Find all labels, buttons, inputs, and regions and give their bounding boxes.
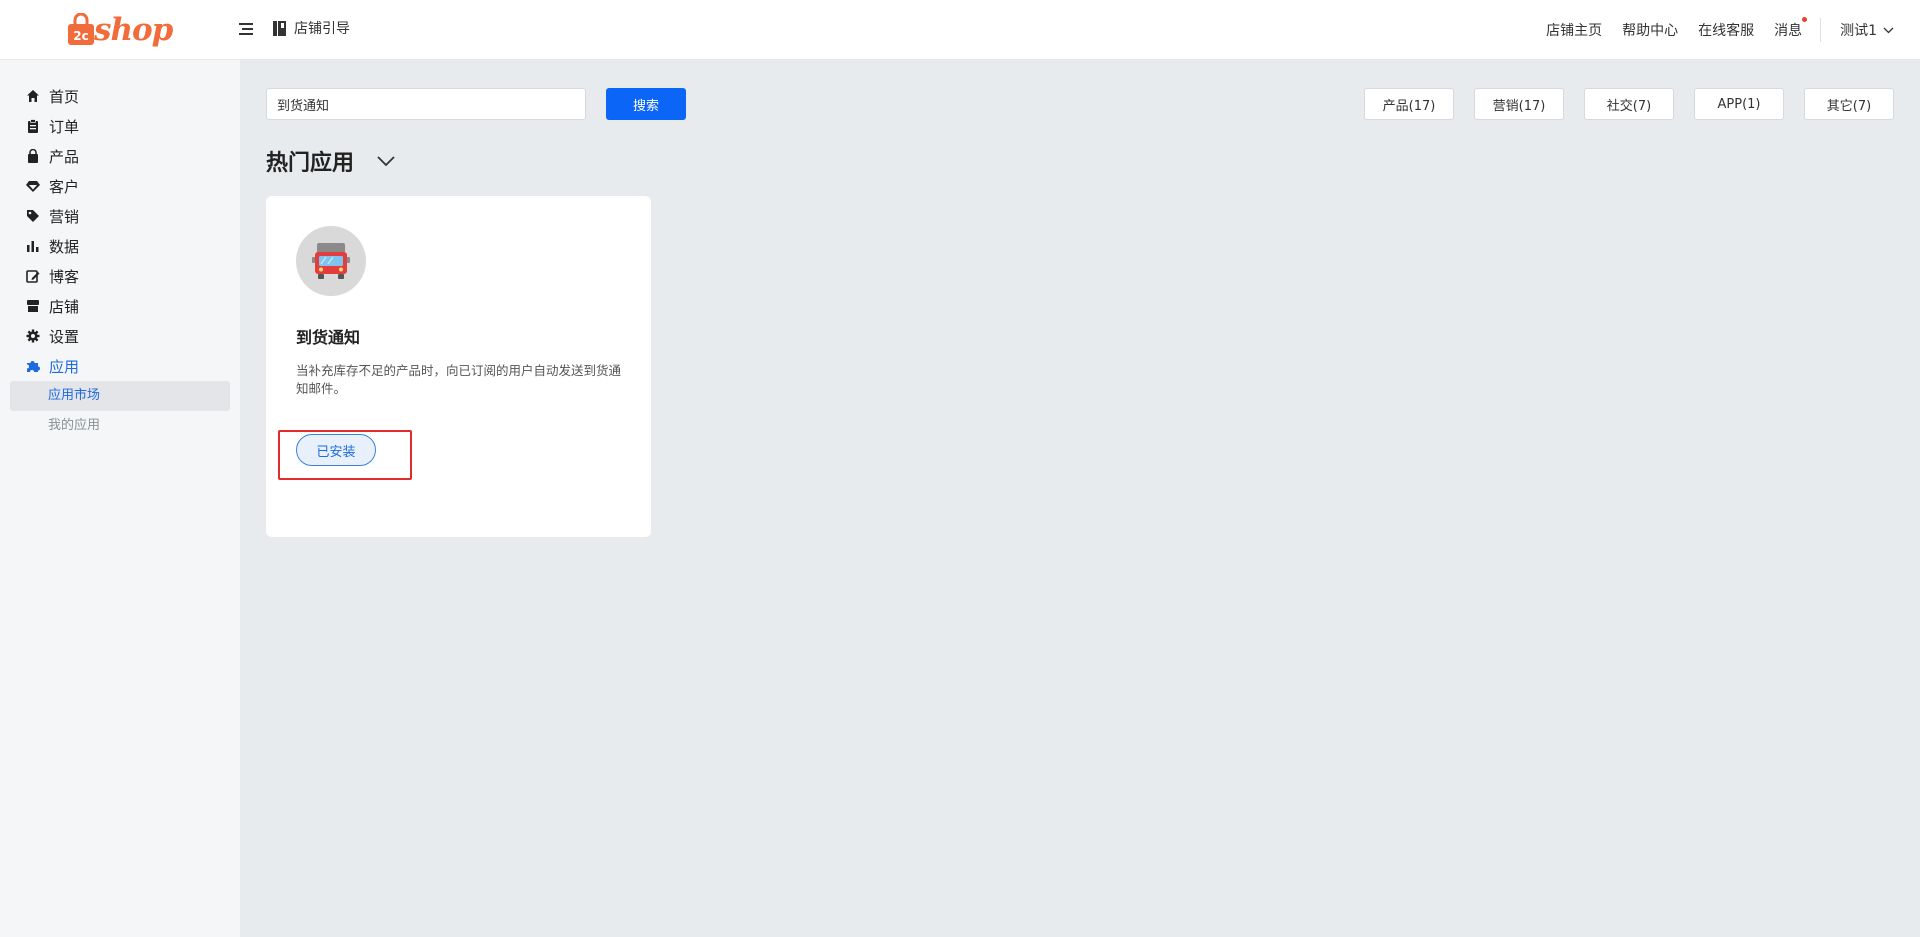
notification-dot (1802, 17, 1808, 22)
sidebar-item-data[interactable]: 数据 (26, 236, 79, 256)
svg-text:2c: 2c (73, 29, 88, 43)
app-name: 到货通知 (296, 328, 361, 347)
user-name: 测试1 (1840, 23, 1877, 39)
sidebar-item-label: 应用 (49, 357, 80, 376)
store-icon (27, 300, 39, 312)
sidebar-item-home[interactable]: 首页 (26, 86, 79, 106)
shopping-bag-icon (28, 149, 38, 163)
sidebar-item-label: 首页 (49, 87, 80, 106)
home-icon (27, 90, 39, 102)
online-support-link[interactable]: 在线客服 (1698, 20, 1754, 40)
sidebar-item-label: 营销 (49, 207, 80, 226)
sidebar-item-label: 店铺 (49, 297, 80, 316)
guide-label: 店铺引导 (294, 21, 350, 37)
filter-products-button[interactable]: 产品(17) (1364, 88, 1454, 120)
top-bar: 2c shop 店铺引导 店铺主页 帮助中心 在线客服 消息 测试1 (0, 0, 1920, 60)
search-button[interactable]: 搜索 (606, 88, 686, 120)
sidebar-item-settings[interactable]: 设置 (26, 326, 79, 346)
app-card[interactable]: 到货通知 当补充库存不足的产品时，向已订阅的用户自动发送到货通知邮件。 已安装 (266, 196, 651, 537)
top-links: 店铺主页 帮助中心 在线客服 消息 测试1 (1546, 0, 1920, 60)
messages-label: 消息 (1774, 23, 1803, 39)
messages-link[interactable]: 消息 (1774, 17, 1808, 40)
sidebar-item-label: 客户 (49, 177, 80, 196)
tag-icon (27, 210, 39, 222)
filter-other-button[interactable]: 其它(7) (1804, 88, 1894, 120)
sidebar-item-label: 博客 (49, 267, 80, 286)
sidebar-item-customers[interactable]: 客户 (26, 176, 79, 196)
sidebar-subitem-my-apps[interactable]: 我的应用 (10, 411, 230, 441)
sidebar-item-orders[interactable]: 订单 (26, 116, 79, 136)
chevron-down-icon (1883, 27, 1894, 33)
sidebar-item-marketing[interactable]: 营销 (26, 206, 79, 226)
edit-icon (26, 270, 40, 283)
filter-app-button[interactable]: APP(1) (1694, 88, 1784, 120)
store-home-link[interactable]: 店铺主页 (1546, 20, 1602, 40)
section-title: 热门应用 (266, 151, 355, 176)
shopping-bag-logo-icon: 2c (68, 13, 94, 45)
filter-marketing-button[interactable]: 营销(17) (1474, 88, 1564, 120)
filter-social-button[interactable]: 社交(7) (1584, 88, 1674, 120)
chevron-down-icon[interactable] (375, 151, 397, 171)
puzzle-icon (27, 361, 40, 372)
installed-button[interactable]: 已安装 (296, 434, 376, 466)
bar-chart-icon (27, 241, 39, 252)
search-input[interactable] (266, 88, 586, 120)
sidebar-item-label: 产品 (49, 147, 80, 166)
delivery-truck-icon (296, 226, 366, 296)
sidebar-subitem-app-market[interactable]: 应用市场 (10, 381, 230, 411)
gear-icon (26, 329, 40, 343)
clipboard-icon (28, 119, 38, 133)
sidebar-item-label: 设置 (49, 327, 80, 346)
sidebar-item-label: 数据 (49, 237, 80, 256)
sidebar: 首页 订单 产品 客户 营销 数据 博客 店铺 设置 应用 应用市场 我的应用 (0, 60, 240, 937)
divider (1820, 18, 1822, 42)
store-guide-link[interactable]: 店铺引导 (273, 18, 350, 38)
app-description: 当补充库存不足的产品时，向已订阅的用户自动发送到货通知邮件。 (296, 363, 622, 396)
logo[interactable]: 2c shop (66, 10, 174, 50)
sidebar-item-blog[interactable]: 博客 (26, 266, 79, 286)
gem-icon (26, 181, 40, 192)
sidebar-item-store[interactable]: 店铺 (26, 296, 79, 316)
sidebar-item-label: 订单 (49, 117, 80, 136)
sidebar-item-products[interactable]: 产品 (26, 146, 79, 166)
help-center-link[interactable]: 帮助中心 (1622, 20, 1678, 40)
sidebar-item-apps[interactable]: 应用 (26, 356, 79, 376)
user-menu[interactable]: 测试1 (1840, 20, 1894, 40)
book-icon (273, 20, 286, 36)
menu-toggle-icon[interactable] (238, 19, 256, 39)
logo-text: shop (94, 12, 173, 48)
